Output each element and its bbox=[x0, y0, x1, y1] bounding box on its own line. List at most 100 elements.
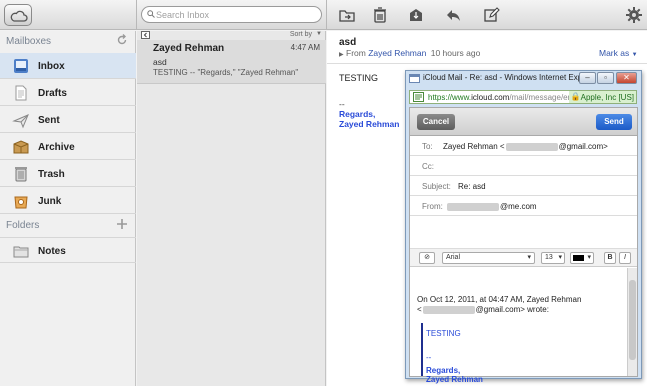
cancel-button[interactable]: Cancel bbox=[417, 114, 455, 130]
inbox-icon bbox=[14, 59, 28, 73]
chevron-down-icon: ▼ bbox=[631, 52, 638, 58]
sidebar-item-archive[interactable]: Archive bbox=[0, 134, 136, 160]
compose-form: Cancel Send To: Zayed Rehman < @gmail.com… bbox=[409, 107, 638, 384]
url-text: https://www.icloud.com/mail/message/en-u bbox=[428, 93, 580, 102]
chevron-down-icon[interactable]: ▼ bbox=[316, 31, 322, 37]
format-toolbar: ⊘ Arial ▾ 13 ▾ ▾ B I bbox=[410, 249, 637, 267]
to-value: Zayed Rehman < @gmail.com> bbox=[443, 142, 608, 151]
redacted-block bbox=[422, 305, 475, 314]
compose-body[interactable]: On Oct 12, 2011, at 04:47 AM, Zayed Rehm… bbox=[410, 268, 626, 384]
message-list: Sort by ▼ Zayed Rehman 4:47 AM asd TESTI… bbox=[137, 31, 326, 386]
reader-sig-name: Zayed Rehman bbox=[339, 119, 400, 129]
redacted-block bbox=[505, 142, 558, 151]
sidebar-item-inbox[interactable]: Inbox bbox=[0, 53, 136, 79]
sidebar-item-sent[interactable]: Sent bbox=[0, 107, 136, 133]
sidebar-item-notes[interactable]: Notes bbox=[0, 237, 136, 263]
sidebar-item-label: Inbox bbox=[38, 61, 65, 72]
quote-header-line2: < @gmail.com> wrote: bbox=[417, 305, 549, 314]
attach-icon[interactable]: ⊘ bbox=[419, 252, 435, 264]
trash-can-icon bbox=[15, 167, 27, 182]
compose-scrollbar[interactable] bbox=[627, 268, 637, 376]
popup-title: iCloud Mail - Re: asd - Windows Internet… bbox=[423, 73, 583, 82]
size-select[interactable]: 13 ▾ bbox=[541, 252, 565, 264]
address-bar[interactable]: https://www.icloud.com/mail/message/en-u… bbox=[409, 90, 637, 104]
from-value: @me.com bbox=[446, 202, 537, 211]
expand-triangle-icon[interactable]: ▶ bbox=[339, 52, 344, 58]
reader-when: 10 hours ago bbox=[430, 48, 481, 58]
sidebar-item-trash[interactable]: Trash bbox=[0, 161, 136, 187]
icloud-mail-app: Mailboxes Inbox Drafts Sent Archive Tras… bbox=[0, 0, 647, 386]
mailbox-sidebar: Mailboxes Inbox Drafts Sent Archive Tras… bbox=[0, 31, 136, 386]
cc-field[interactable]: Cc: bbox=[410, 156, 637, 176]
sent-icon bbox=[12, 114, 29, 129]
certificate-badge[interactable]: 🔒 Apple, Inc [US] bbox=[568, 91, 636, 103]
reader-from-name[interactable]: Zayed Rehman bbox=[368, 48, 426, 58]
collapse-sidebar-icon[interactable] bbox=[141, 31, 150, 39]
trash-icon[interactable] bbox=[371, 6, 389, 24]
popup-titlebar[interactable]: iCloud Mail - Re: asd - Windows Internet… bbox=[406, 71, 641, 87]
quote-dashes: -- bbox=[426, 353, 432, 362]
quote-regards: Regards, bbox=[426, 366, 461, 375]
gear-icon[interactable] bbox=[625, 6, 643, 24]
sidebar-item-label: Junk bbox=[38, 196, 62, 207]
top-toolbar bbox=[0, 0, 647, 30]
refresh-icon[interactable] bbox=[116, 34, 128, 46]
sidebar-item-label: Drafts bbox=[38, 88, 67, 99]
quote-bar bbox=[421, 323, 423, 376]
reader-body-text: TESTING bbox=[339, 73, 379, 83]
minimize-button[interactable]: – bbox=[579, 72, 596, 84]
close-button[interactable]: ✕ bbox=[616, 72, 637, 84]
subject-field[interactable]: Subject: Re: asd bbox=[410, 176, 637, 196]
lock-icon: 🔒 bbox=[570, 92, 581, 101]
junk-icon bbox=[14, 196, 28, 209]
chevron-down-icon: ▾ bbox=[587, 254, 591, 261]
sidebar-item-drafts[interactable]: Drafts bbox=[0, 80, 136, 106]
search-input[interactable] bbox=[156, 8, 316, 21]
list-item[interactable]: Zayed Rehman 4:47 AM asd TESTING -- "Reg… bbox=[137, 40, 326, 84]
browser-icon bbox=[409, 74, 420, 83]
quote-name: Zayed Rehman bbox=[426, 375, 483, 384]
add-folder-icon[interactable] bbox=[116, 218, 128, 230]
search-icon bbox=[147, 10, 155, 18]
archive-box-icon bbox=[13, 140, 29, 154]
to-field[interactable]: To: Zayed Rehman < @gmail.com> bbox=[410, 136, 637, 156]
maximize-button[interactable]: ▫ bbox=[597, 72, 614, 84]
chevron-down-icon: ▾ bbox=[558, 254, 562, 261]
reader-sig-dashes: -- bbox=[339, 99, 345, 109]
sidebar-item-label: Sent bbox=[38, 115, 60, 126]
reader-from-line: ▶ From Zayed Rehman 10 hours ago bbox=[339, 48, 481, 58]
compose-spacer bbox=[410, 216, 637, 249]
compose-popup-window: iCloud Mail - Re: asd - Windows Internet… bbox=[405, 70, 642, 384]
cloud-icon bbox=[10, 10, 28, 22]
color-select[interactable]: ▾ bbox=[570, 252, 594, 264]
folder-icon bbox=[13, 246, 29, 258]
reader-subject: asd bbox=[339, 37, 357, 48]
page-icon bbox=[413, 92, 424, 102]
sidebar-item-junk[interactable]: Junk bbox=[0, 188, 136, 214]
search-box[interactable] bbox=[141, 6, 322, 23]
mark-as-button[interactable]: Mark as ▼ bbox=[599, 48, 638, 58]
compose-icon[interactable] bbox=[482, 6, 500, 24]
chevron-down-icon: ▾ bbox=[527, 254, 531, 261]
reply-icon[interactable] bbox=[444, 6, 462, 24]
from-field[interactable]: From: @me.com bbox=[410, 196, 637, 216]
compose-toolbar: Cancel Send bbox=[410, 108, 637, 136]
icloud-home-button[interactable] bbox=[4, 4, 32, 26]
move-to-folder-icon[interactable] bbox=[338, 6, 356, 24]
bold-button[interactable]: B bbox=[604, 252, 616, 264]
send-button[interactable]: Send bbox=[596, 114, 632, 130]
sidebar-item-label: Archive bbox=[38, 142, 75, 153]
redacted-block bbox=[447, 202, 499, 211]
sort-by-label[interactable]: Sort by bbox=[290, 31, 312, 38]
folders-header: Folders bbox=[0, 215, 136, 237]
archive-icon[interactable] bbox=[407, 6, 425, 24]
color-swatch bbox=[573, 255, 584, 261]
font-select[interactable]: Arial ▾ bbox=[442, 252, 535, 264]
scrollbar-thumb[interactable] bbox=[629, 280, 636, 360]
quote-header-line1: On Oct 12, 2011, at 04:47 AM, Zayed Rehm… bbox=[417, 295, 582, 304]
list-header: Sort by ▼ bbox=[137, 31, 326, 40]
drafts-icon bbox=[15, 85, 27, 101]
message-subject: asd bbox=[153, 57, 167, 67]
quote-body: TESTING bbox=[426, 329, 461, 338]
italic-button[interactable]: I bbox=[619, 252, 631, 264]
